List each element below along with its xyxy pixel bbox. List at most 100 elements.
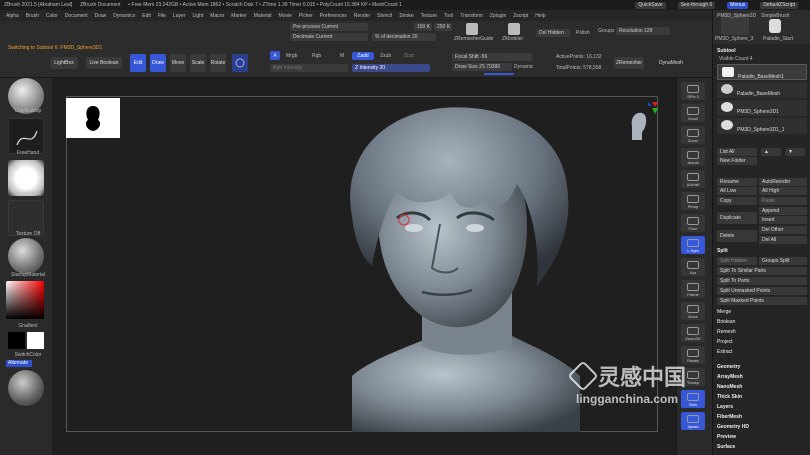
menu-stroke[interactable]: Stroke bbox=[399, 13, 413, 19]
subtool-row-2[interactable]: Paladin_BaseMesh bbox=[717, 82, 807, 98]
focal-shift-slider[interactable]: Focal Shift -56 bbox=[452, 53, 532, 61]
duplicate-button[interactable]: Duplicate bbox=[717, 212, 757, 224]
menu-brush[interactable]: Brush bbox=[26, 13, 39, 19]
mrgb-toggle[interactable]: Mrgb bbox=[286, 53, 297, 59]
menu-dynamics[interactable]: Dynamics bbox=[113, 13, 135, 19]
menu-texture[interactable]: Texture bbox=[421, 13, 437, 19]
append-button[interactable]: Append bbox=[759, 207, 807, 215]
remesh-section[interactable]: Remesh bbox=[717, 329, 736, 335]
shelf-aahalf-button[interactable]: AAHalf bbox=[681, 170, 705, 188]
shelf-xyz-button[interactable]: Xyz bbox=[681, 258, 705, 276]
menu-macro[interactable]: Macro bbox=[210, 13, 224, 19]
matcap-thumbnail-icon[interactable] bbox=[8, 370, 44, 406]
250k-button[interactable]: 250 K bbox=[434, 23, 452, 31]
thick-skin-section[interactable]: Thick Skin bbox=[717, 394, 742, 400]
shelf-floor-button[interactable]: Floor bbox=[681, 214, 705, 232]
menu-zscript[interactable]: Zscript bbox=[513, 13, 528, 19]
rotate-button[interactable]: Rotate bbox=[210, 54, 226, 72]
menu-tool[interactable]: Tool bbox=[444, 13, 453, 19]
alternate-button[interactable]: Alternate bbox=[6, 360, 32, 367]
subtool-row-4[interactable]: PM3D_Sphere3D1_1 bbox=[717, 118, 807, 134]
zadd-toggle[interactable]: Zadd bbox=[352, 52, 374, 60]
list-all-button[interactable]: List All bbox=[717, 148, 757, 156]
shelf-actual-button[interactable]: Actual bbox=[681, 148, 705, 166]
boolean-section[interactable]: Boolean bbox=[717, 319, 735, 325]
del-other-button[interactable]: Del Other bbox=[759, 226, 807, 234]
shelf-zoom-button[interactable]: Zoom bbox=[681, 126, 705, 144]
split-unmasked-button[interactable]: Split Unmasked Points bbox=[717, 287, 807, 295]
edit-button[interactable]: Edit bbox=[130, 54, 146, 72]
resolution-slider[interactable]: Resolution 128 bbox=[616, 27, 670, 35]
menu-document[interactable]: Document bbox=[65, 13, 88, 19]
menu-preferences[interactable]: Preferences bbox=[320, 13, 347, 19]
paste-button[interactable]: Paste bbox=[759, 197, 807, 205]
sculpt-mode-icon[interactable] bbox=[232, 54, 248, 72]
split-section-title[interactable]: Split bbox=[717, 248, 728, 254]
fibermesh-section[interactable]: FiberMesh bbox=[717, 414, 742, 420]
zremesher-guide-icon[interactable] bbox=[466, 23, 478, 35]
menu-color[interactable]: Color bbox=[46, 13, 58, 19]
geometry-section[interactable]: Geometry bbox=[717, 364, 740, 370]
menu-transform[interactable]: Transform bbox=[460, 13, 483, 19]
m-toggle[interactable]: M bbox=[340, 53, 344, 59]
copy-button[interactable]: Copy bbox=[717, 197, 757, 205]
nanomesh-section[interactable]: NanoMesh bbox=[717, 384, 742, 390]
auto-reorder-button[interactable]: AutoReorder bbox=[759, 178, 807, 186]
decimation-percent-slider[interactable]: % of decimation 20 bbox=[372, 33, 436, 41]
layers-section[interactable]: Layers bbox=[717, 404, 733, 410]
del-hidden-button[interactable]: Del Hidden bbox=[536, 29, 570, 37]
z-intensity-slider[interactable]: Z Intensity 20 bbox=[352, 64, 430, 72]
geometry-hd-section[interactable]: Geometry HD bbox=[717, 424, 749, 430]
zmodeler-icon[interactable] bbox=[508, 23, 520, 35]
a-toggle[interactable]: A bbox=[270, 51, 280, 60]
menu-movie[interactable]: Movie bbox=[279, 13, 292, 19]
arraymesh-section[interactable]: ArrayMesh bbox=[717, 374, 743, 380]
secondary-color-swatch[interactable] bbox=[27, 332, 44, 349]
preview-section[interactable]: Preview bbox=[717, 434, 736, 440]
move-button[interactable]: Move bbox=[170, 54, 186, 72]
color-picker[interactable] bbox=[6, 281, 44, 319]
visible-count-slider[interactable]: Visible Count 4 bbox=[719, 56, 753, 62]
insert-button[interactable]: Insert bbox=[759, 216, 807, 224]
menu-render[interactable]: Render bbox=[354, 13, 370, 19]
lightbox-button[interactable]: LightBox bbox=[50, 57, 78, 69]
orientation-gizmo[interactable] bbox=[612, 98, 662, 148]
split-masked-button[interactable]: Split Masked Points bbox=[717, 297, 807, 305]
zcut-toggle[interactable]: Zcut bbox=[404, 53, 414, 59]
shelf-l-sym-button[interactable]: L.Sym bbox=[681, 236, 705, 254]
rgb-intensity-slider[interactable]: Rgb Intensity bbox=[270, 64, 348, 72]
groups-toggle[interactable]: Groups bbox=[598, 28, 614, 34]
all-high-button[interactable]: All High bbox=[759, 187, 807, 195]
menu-marker[interactable]: Marker bbox=[231, 13, 247, 19]
live-boolean-button[interactable]: Live Boolean bbox=[86, 57, 122, 69]
menu-picker[interactable]: Picker bbox=[299, 13, 313, 19]
project-section[interactable]: Project bbox=[717, 339, 733, 345]
draw-button[interactable]: Draw bbox=[150, 54, 166, 72]
zsub-toggle[interactable]: Zsub bbox=[380, 53, 391, 59]
menu-zplugin[interactable]: Zplugin bbox=[490, 13, 506, 19]
menu-alpha[interactable]: Alpha bbox=[6, 13, 19, 19]
shelf-scroll-button[interactable]: Scroll bbox=[681, 104, 705, 122]
figure-tool-icon[interactable] bbox=[769, 19, 781, 33]
all-low-button[interactable]: All Low bbox=[717, 187, 757, 195]
default-zscript-button[interactable]: DefaultZScript bbox=[760, 1, 798, 9]
menu-file[interactable]: File bbox=[158, 13, 166, 19]
150k-button[interactable]: 150 K bbox=[414, 23, 432, 31]
subtool-section-title[interactable]: Subtool bbox=[717, 48, 736, 54]
shelf-move-button[interactable]: Move bbox=[681, 302, 705, 320]
del-all-button[interactable]: Del All bbox=[759, 236, 807, 244]
move-down-button[interactable]: ▼ bbox=[785, 148, 805, 156]
delete-button[interactable]: Delete bbox=[717, 230, 757, 242]
shelf-frame-button[interactable]: Frame bbox=[681, 280, 705, 298]
see-through-slider[interactable]: See-through 0 bbox=[677, 1, 716, 9]
split-to-parts-button[interactable]: Split To Parts bbox=[717, 277, 807, 285]
menus-toggle[interactable]: Menus bbox=[727, 1, 749, 9]
merge-section[interactable]: Merge bbox=[717, 309, 731, 315]
shelf-persp-button[interactable]: Persp bbox=[681, 192, 705, 210]
subtool-row-3[interactable]: PM3D_Sphere3D1 bbox=[717, 100, 807, 116]
shelf-spix-3-button[interactable]: SPix 3 bbox=[681, 82, 705, 100]
split-hidden-button[interactable]: Split Hidden bbox=[717, 257, 757, 265]
material-thumbnail-icon[interactable] bbox=[8, 238, 44, 274]
zremesher-button[interactable]: ZRemesher bbox=[614, 57, 644, 69]
quicksave-button[interactable]: QuickSave bbox=[635, 1, 666, 9]
